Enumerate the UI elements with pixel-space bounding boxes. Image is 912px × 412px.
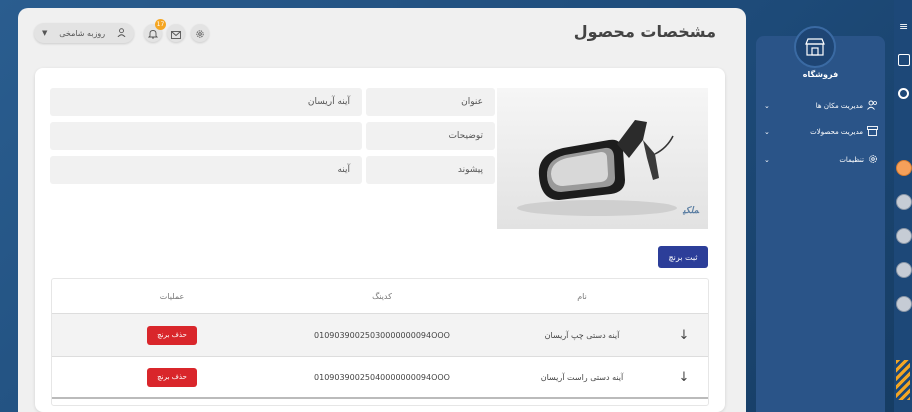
product-image: ﻤﻠﻜﻴ: [497, 88, 708, 229]
user-menu[interactable]: روزبه شامخی ▼: [34, 23, 134, 43]
table-row[interactable]: حذف برنچ 01090390025040000000094OOO آینه…: [52, 356, 708, 399]
decorative-logo: [896, 360, 910, 400]
arrow-down-icon[interactable]: ↓: [672, 328, 696, 343]
store-icon: [794, 26, 836, 68]
prefix-label: پیشوند: [366, 156, 495, 184]
title-label: عنوان: [366, 88, 495, 116]
table-header: عملیات کدینگ نام: [52, 279, 708, 313]
main-panel: مشخصات محصول روزبه شامخی ▼ 17 ﻤﻠﻜﻴ آینه …: [18, 8, 746, 412]
field-row-prefix: آینه پیشوند: [50, 156, 495, 184]
settings-button[interactable]: [191, 24, 209, 42]
sidebar-item-label: مدیریت محصولات: [810, 128, 863, 136]
search-icon[interactable]: [898, 88, 909, 99]
sidebar-item-products[interactable]: ⌄ مدیریت محصولات: [756, 124, 885, 140]
notification-badge: 17: [155, 19, 166, 30]
shop-icon[interactable]: [896, 160, 912, 176]
sidebar: فروشگاه ⌄ مدیریت مکان ها ⌄ مدیریت محصولا…: [756, 26, 885, 412]
app-icon[interactable]: [896, 194, 912, 210]
chevron-down-icon: ⌄: [764, 156, 770, 164]
delete-brand-button[interactable]: حذف برنچ: [147, 325, 197, 345]
gear-icon: [868, 154, 878, 166]
chevron-down-icon: ⌄: [764, 102, 770, 110]
chevron-down-icon: ▼: [42, 29, 48, 37]
app-icon[interactable]: [896, 296, 912, 312]
sidebar-item-label: مدیریت مکان ها: [815, 102, 863, 110]
side-mirror-image: [517, 120, 677, 216]
code-cell: 01090390025040000000094OOO: [314, 372, 450, 382]
header-code: کدینگ: [372, 291, 392, 301]
mail-icon: [171, 24, 181, 43]
page-title: مشخصات محصول: [573, 22, 716, 41]
users-icon: [867, 100, 878, 112]
header-name: نام: [577, 291, 587, 301]
description-field[interactable]: [50, 122, 362, 150]
brands-table: عملیات کدینگ نام حذف برنچ 01090390025030…: [51, 278, 709, 406]
prefix-field[interactable]: آینه: [50, 156, 362, 184]
name-cell: آینه دستی راست آریسان: [540, 372, 624, 382]
notification-button[interactable]: 17: [144, 19, 166, 42]
icon-rail: ≡: [894, 0, 912, 412]
table-row[interactable]: حذف برنچ 01090390025030000000094OOO آینه…: [52, 313, 708, 356]
sidebar-title: فروشگاه: [802, 70, 839, 79]
sidebar-item-locations[interactable]: ⌄ مدیریت مکان ها: [756, 98, 885, 114]
chevron-down-icon: ⌄: [764, 128, 770, 136]
delete-brand-button[interactable]: حذف برنچ: [147, 367, 197, 387]
add-brand-button[interactable]: ثبت برنچ: [658, 246, 708, 268]
gear-icon: [195, 24, 205, 43]
name-cell: آینه دستی چپ آریسان: [544, 330, 620, 340]
ops-cell: حذف برنچ: [102, 325, 242, 345]
ops-cell: حذف برنچ: [102, 367, 242, 387]
product-card: ﻤﻠﻜﻴ آینه آریسان عنوان توضیحات آینه پیشو…: [35, 68, 725, 412]
messages-button[interactable]: [167, 24, 185, 42]
user-name: روزبه شامخی: [59, 28, 106, 38]
dashboard-icon[interactable]: [898, 54, 910, 66]
header-ops: عملیات: [159, 291, 185, 301]
menu-icon[interactable]: ≡: [899, 20, 908, 33]
app-icon[interactable]: [896, 228, 912, 244]
sidebar-item-settings[interactable]: ⌄ تنظیمات: [756, 152, 885, 168]
user-icon: [117, 27, 126, 39]
photo-watermark: ﻤﻠﻜﻴ: [683, 206, 699, 216]
top-bar: مشخصات محصول روزبه شامخی ▼ 17: [18, 8, 746, 58]
field-row-title: آینه آریسان عنوان: [50, 88, 495, 116]
code-cell: 01090390025030000000094OOO: [314, 330, 450, 340]
title-field[interactable]: آینه آریسان: [50, 88, 362, 116]
app-icon[interactable]: [896, 262, 912, 278]
sidebar-item-label: تنظیمات: [839, 156, 864, 164]
description-label: توضیحات: [366, 122, 495, 150]
arrow-down-icon[interactable]: ↓: [672, 370, 696, 385]
store-icon: [867, 126, 878, 138]
field-row-description: توضیحات: [50, 122, 495, 150]
